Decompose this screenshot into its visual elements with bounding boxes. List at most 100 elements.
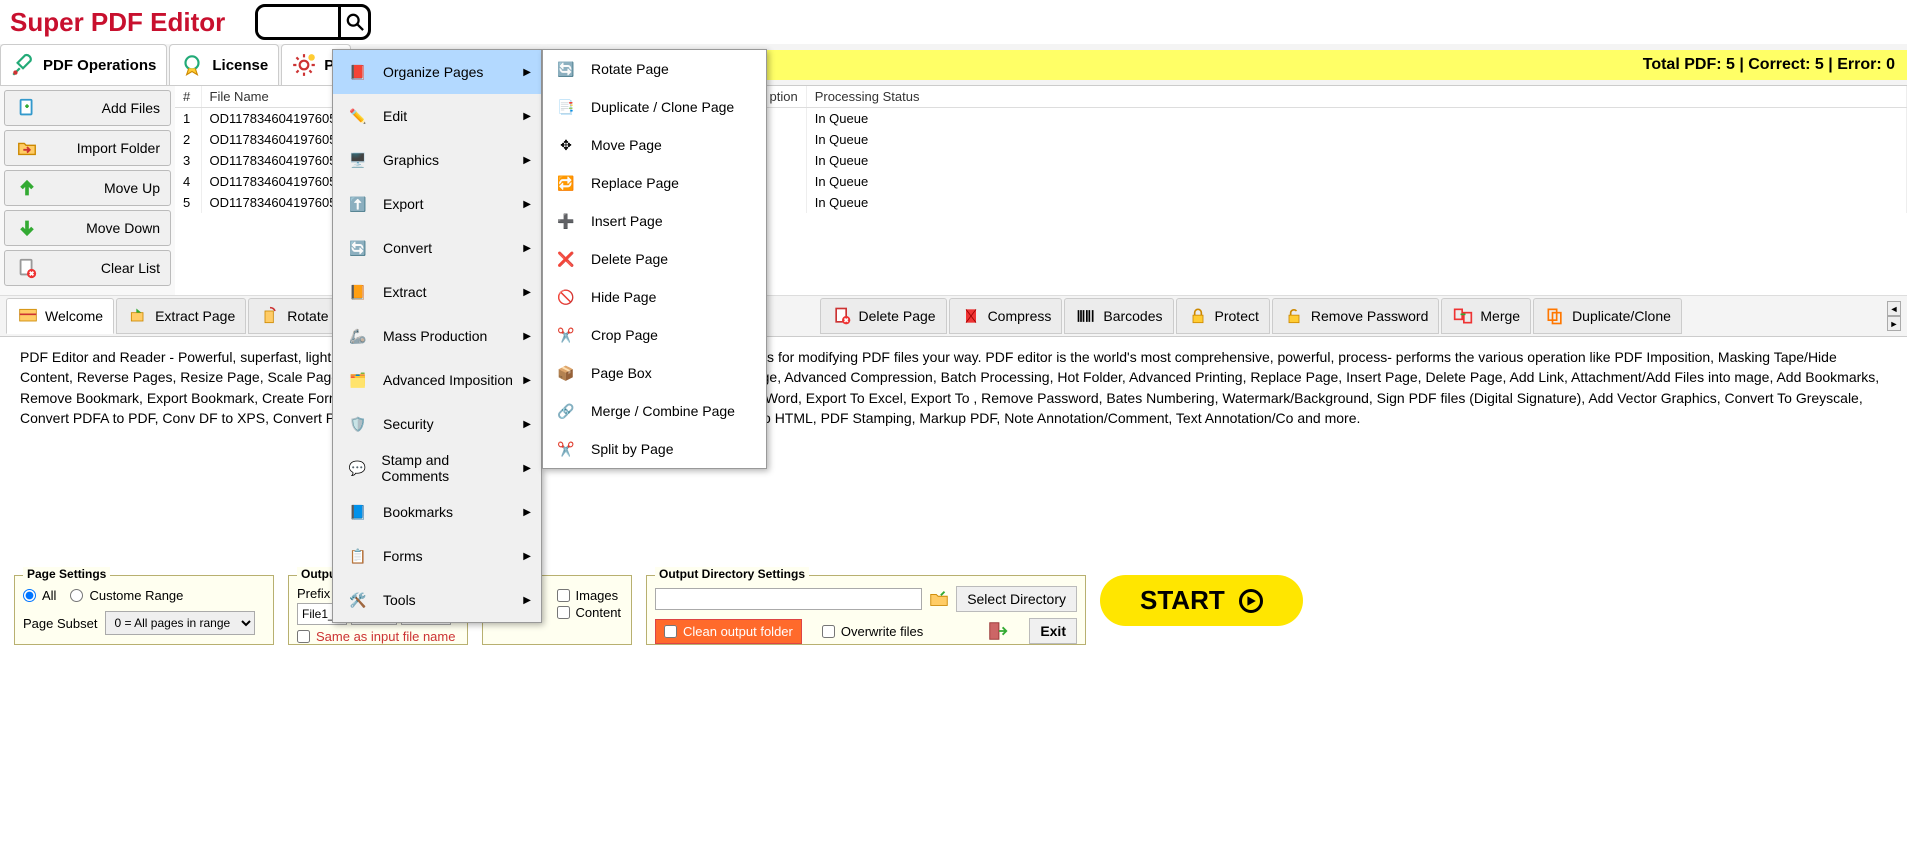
radio-custom-range[interactable]: Custome Range: [70, 588, 183, 603]
tab-compress[interactable]: Compress: [949, 298, 1063, 334]
tab-barcodes[interactable]: Barcodes: [1064, 298, 1173, 334]
tab-delete-page[interactable]: Delete Page: [820, 298, 947, 334]
output-directory-group: Output Directory Settings Select Directo…: [646, 575, 1086, 645]
clear-icon: [15, 256, 39, 280]
col-option[interactable]: ption: [761, 86, 806, 108]
same-as-input-checkbox[interactable]: Same as input file name: [297, 629, 459, 644]
submenu-icon: 📦: [553, 360, 579, 386]
submenu-icon: ✂️: [553, 436, 579, 462]
chevron-right-icon: ▶: [523, 419, 531, 430]
merge-icon: [1452, 305, 1474, 327]
menu-organize-pages[interactable]: 📕Organize Pages▶: [333, 50, 541, 94]
menu-advanced-imposition[interactable]: 🗂️Advanced Imposition▶: [333, 358, 541, 402]
chk-content[interactable]: Content: [557, 605, 622, 620]
submenu-icon: ❌: [553, 246, 579, 272]
tab-extract-page[interactable]: Extract Page: [116, 298, 246, 334]
menu-extract[interactable]: 📙Extract▶: [333, 270, 541, 314]
exit-icon: [987, 620, 1009, 642]
submenu-duplicate-clone-page[interactable]: 📑Duplicate / Clone Page: [543, 88, 766, 126]
page-subset-select[interactable]: 0 = All pages in range: [105, 611, 255, 635]
duplicate-icon: [1544, 305, 1566, 327]
start-button[interactable]: START: [1100, 575, 1303, 626]
search-box: [255, 4, 371, 40]
chevron-right-icon: ▶: [523, 331, 531, 342]
import-folder-button[interactable]: Import Folder: [4, 130, 171, 166]
menu-forms[interactable]: 📋Forms▶: [333, 534, 541, 578]
tab-license[interactable]: License: [169, 44, 279, 85]
search-input[interactable]: [258, 9, 338, 35]
tab-pdf-operations[interactable]: PDF Operations: [0, 44, 167, 85]
chk-images[interactable]: Images: [557, 588, 622, 603]
search-icon: [346, 13, 364, 31]
submenu-icon: 🔁: [553, 170, 579, 196]
folder-icon: [928, 588, 950, 610]
menu-tools[interactable]: 🛠️Tools▶: [333, 578, 541, 622]
overwrite-files-checkbox[interactable]: Overwrite files: [822, 624, 923, 639]
col-index[interactable]: #: [175, 86, 201, 108]
menu-icon: 🛠️: [343, 585, 373, 615]
arrow-down-icon: [15, 216, 39, 240]
chevron-right-icon: ▶: [523, 551, 531, 562]
chevron-right-icon: ▶: [523, 463, 531, 474]
tools-icon: [9, 51, 37, 79]
submenu-icon: 🚫: [553, 284, 579, 310]
chevron-right-icon: ▶: [523, 199, 531, 210]
add-files-button[interactable]: Add Files: [4, 90, 171, 126]
rotate-icon: [259, 305, 281, 327]
chevron-right-icon: ▶: [523, 111, 531, 122]
submenu-icon: 🔗: [553, 398, 579, 424]
tab-scroll-arrows: ◄ ►: [1887, 301, 1901, 331]
tab-scroll-right[interactable]: ►: [1887, 316, 1901, 331]
exit-button[interactable]: Exit: [1029, 618, 1077, 644]
clean-output-folder-button[interactable]: Clean output folder: [655, 619, 802, 644]
search-button[interactable]: [338, 7, 368, 37]
compress-icon: [960, 305, 982, 327]
menu-edit[interactable]: ✏️Edit▶: [333, 94, 541, 138]
menu-icon: ✏️: [343, 101, 373, 131]
move-up-button[interactable]: Move Up: [4, 170, 171, 206]
tab-remove-password[interactable]: Remove Password: [1272, 298, 1440, 334]
menu-security[interactable]: 🛡️Security▶: [333, 402, 541, 446]
delete-page-icon: [831, 305, 853, 327]
submenu-hide-page[interactable]: 🚫Hide Page: [543, 278, 766, 316]
menu-graphics[interactable]: 🖥️Graphics▶: [333, 138, 541, 182]
chevron-right-icon: ▶: [523, 375, 531, 386]
tab-scroll-left[interactable]: ◄: [1887, 301, 1901, 316]
menu-stamp-and-comments[interactable]: 💬Stamp and Comments▶: [333, 446, 541, 490]
menu-icon: 📘: [343, 497, 373, 527]
tab-rotate[interactable]: Rotate: [248, 298, 339, 334]
tab-welcome[interactable]: Welcome: [6, 298, 114, 334]
output-directory-input[interactable]: [655, 588, 922, 610]
chevron-right-icon: ▶: [523, 595, 531, 606]
arrow-up-icon: [15, 176, 39, 200]
submenu-merge-combine-page[interactable]: 🔗Merge / Combine Page: [543, 392, 766, 430]
submenu-insert-page[interactable]: ➕Insert Page: [543, 202, 766, 240]
lock-icon: [1187, 305, 1209, 327]
menu-icon: ⬆️: [343, 189, 373, 219]
chevron-right-icon: ▶: [523, 287, 531, 298]
tab-duplicate-clone[interactable]: Duplicate/Clone: [1533, 298, 1682, 334]
move-down-button[interactable]: Move Down: [4, 210, 171, 246]
clear-list-button[interactable]: Clear List: [4, 250, 171, 286]
menu-bookmarks[interactable]: 📘Bookmarks▶: [333, 490, 541, 534]
submenu-replace-page[interactable]: 🔁Replace Page: [543, 164, 766, 202]
submenu-split-by-page[interactable]: ✂️Split by Page: [543, 430, 766, 468]
chevron-right-icon: ▶: [523, 507, 531, 518]
submenu-crop-page[interactable]: ✂️Crop Page: [543, 316, 766, 354]
tab-protect[interactable]: Protect: [1176, 298, 1270, 334]
file-plus-icon: [15, 96, 39, 120]
menu-export[interactable]: ⬆️Export▶: [333, 182, 541, 226]
col-status[interactable]: Processing Status: [806, 86, 1906, 108]
submenu-delete-page[interactable]: ❌Delete Page: [543, 240, 766, 278]
menu-convert[interactable]: 🔄Convert▶: [333, 226, 541, 270]
tab-merge[interactable]: Merge: [1441, 298, 1531, 334]
page-settings-group: Page Settings All Custome Range Page Sub…: [14, 575, 274, 645]
radio-all[interactable]: All: [23, 588, 56, 603]
menu-mass-production[interactable]: 🦾Mass Production▶: [333, 314, 541, 358]
submenu-page-box[interactable]: 📦Page Box: [543, 354, 766, 392]
chevron-right-icon: ▶: [523, 67, 531, 78]
gear-icon: [290, 51, 318, 79]
submenu-rotate-page[interactable]: 🔄Rotate Page: [543, 50, 766, 88]
submenu-move-page[interactable]: ✥Move Page: [543, 126, 766, 164]
select-directory-button[interactable]: Select Directory: [956, 586, 1077, 612]
